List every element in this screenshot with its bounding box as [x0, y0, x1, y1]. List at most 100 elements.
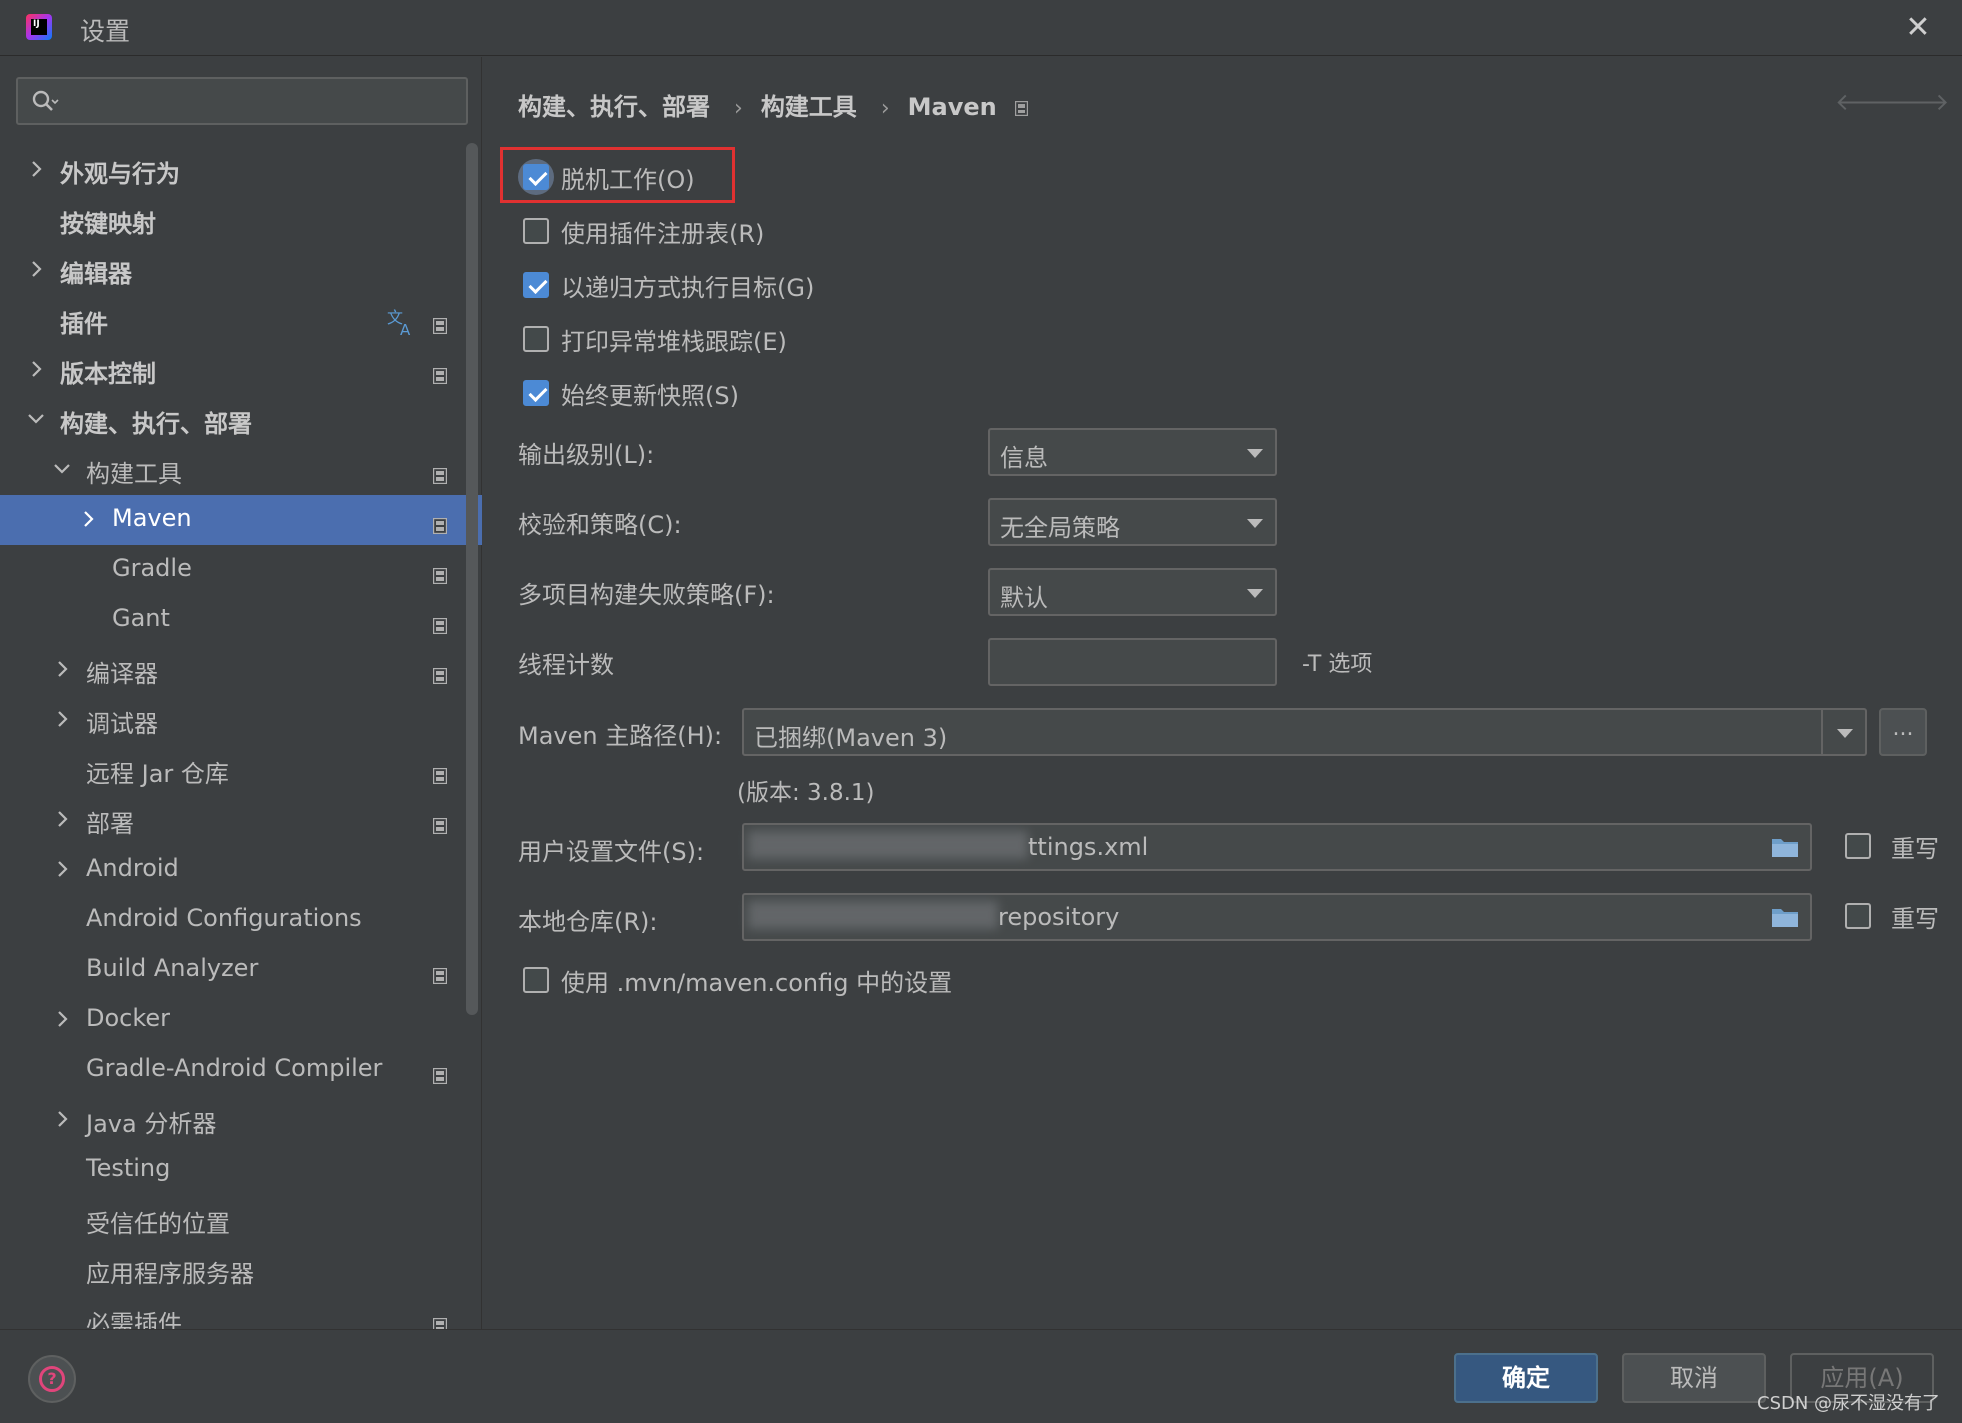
maven-home-select[interactable]: 已捆绑(Maven 3): [742, 708, 1867, 756]
chevron-right-icon[interactable]: [52, 855, 76, 883]
folder-icon[interactable]: [1770, 834, 1800, 860]
project-scope-icon: [432, 512, 448, 535]
breadcrumb-item[interactable]: 构建、执行、部署: [518, 93, 710, 121]
sidebar-item[interactable]: Gradle-Android Compiler: [0, 1045, 482, 1095]
sidebar-item-label: 应用程序服务器: [86, 1260, 254, 1288]
app-logo-icon: IJ: [26, 14, 52, 40]
multiproject-fail-select[interactable]: 默认: [988, 568, 1277, 616]
user-settings-field[interactable]: ttings.xml: [742, 823, 1812, 871]
output-level-select[interactable]: 信息: [988, 428, 1277, 476]
sidebar-item[interactable]: 按键映射: [0, 195, 482, 245]
output-level-value: 信息: [1000, 444, 1048, 472]
breadcrumb: 构建、执行、部署 › 构建工具 › Maven: [518, 87, 1028, 122]
chevron-down-icon: [1247, 449, 1263, 458]
always-update-checkbox[interactable]: [523, 380, 549, 406]
folder-icon[interactable]: [1770, 904, 1800, 930]
chevron-right-icon[interactable]: [78, 505, 102, 533]
local-repo-field[interactable]: repository: [742, 893, 1812, 941]
project-scope-icon: [432, 812, 448, 835]
project-scope-icon: [432, 562, 448, 585]
sidebar-scrollbar[interactable]: [466, 143, 478, 1015]
chevron-right-icon[interactable]: [26, 355, 50, 383]
sidebar-item[interactable]: 编辑器: [0, 245, 482, 295]
sidebar-item-label: Docker: [86, 1004, 171, 1032]
chevron-right-icon[interactable]: [52, 805, 76, 833]
sidebar-item-label: 编辑器: [60, 260, 132, 288]
cancel-button[interactable]: 取消: [1622, 1353, 1766, 1403]
browse-button[interactable]: ...: [1879, 708, 1927, 756]
chevron-right-icon[interactable]: [52, 705, 76, 733]
sidebar-item-label: 部署: [86, 810, 134, 838]
project-scope-icon: [432, 462, 448, 485]
sidebar-item-label: 远程 Jar 仓库: [86, 760, 229, 788]
project-scope-icon: [432, 612, 448, 635]
sidebar-item[interactable]: 调试器: [0, 695, 482, 745]
search-input[interactable]: [68, 85, 458, 119]
sidebar-item[interactable]: Docker: [0, 995, 482, 1045]
sidebar-item[interactable]: 构建工具: [0, 445, 482, 495]
always-update-label: 始终更新快照(S): [561, 382, 739, 410]
recursive-checkbox[interactable]: [523, 272, 549, 298]
checksum-policy-value: 无全局策略: [1000, 514, 1120, 542]
sidebar-item[interactable]: 外观与行为: [0, 145, 482, 195]
help-button[interactable]: ?: [28, 1355, 76, 1403]
sidebar-item-label: Maven: [112, 504, 192, 532]
sidebar-item[interactable]: 构建、执行、部署: [0, 395, 482, 445]
chevron-right-icon[interactable]: [52, 1005, 76, 1033]
sidebar-item-label: Gant: [112, 604, 170, 632]
thread-count-label: 线程计数: [518, 651, 614, 679]
sidebar-item-label: Gradle: [112, 554, 192, 582]
thread-count-suffix: -T 选项: [1302, 652, 1373, 677]
print-stack-checkbox[interactable]: [523, 326, 549, 352]
settings-content: 构建、执行、部署 › 构建工具 › Maven 🡐 🡒 脱机工作(O) 使用插件注册表(…: [483, 57, 1962, 1329]
sidebar-item[interactable]: Android Configurations: [0, 895, 482, 945]
sidebar-item-label: 受信任的位置: [86, 1210, 230, 1238]
sidebar-item[interactable]: Build Analyzer: [0, 945, 482, 995]
chevron-down-icon[interactable]: [52, 455, 76, 483]
use-mvn-config-checkbox[interactable]: [523, 967, 549, 993]
sidebar-item[interactable]: 版本控制: [0, 345, 482, 395]
dialog-footer: ? 确定 取消 应用(A) CSDN @尿不湿没有了: [0, 1329, 1962, 1423]
sidebar-item[interactable]: Android: [0, 845, 482, 895]
sidebar-item[interactable]: 部署: [0, 795, 482, 845]
sidebar-item[interactable]: 插件 文 A: [0, 295, 482, 345]
sidebar-item[interactable]: Java 分析器: [0, 1095, 482, 1145]
sidebar-item[interactable]: 远程 Jar 仓库: [0, 745, 482, 795]
user-settings-label: 用户设置文件(S):: [518, 838, 705, 866]
user-settings-override-label: 重写: [1891, 835, 1939, 863]
chevron-right-icon[interactable]: [26, 155, 50, 183]
sidebar-item[interactable]: 受信任的位置: [0, 1195, 482, 1245]
settings-sidebar: 外观与行为按键映射编辑器插件 文 A 版本控制构建、执行、部署 构建工具 Maven Gra…: [0, 57, 482, 1338]
breadcrumb-item[interactable]: 构建工具: [761, 93, 857, 121]
forward-arrow-icon[interactable]: 🡒: [1885, 87, 1949, 116]
ok-button[interactable]: 确定: [1454, 1353, 1598, 1403]
sidebar-item[interactable]: Testing: [0, 1145, 482, 1195]
local-repo-override-checkbox[interactable]: [1845, 903, 1871, 929]
sidebar-item-label: 插件: [60, 310, 108, 338]
sidebar-item[interactable]: 编译器: [0, 645, 482, 695]
sidebar-item[interactable]: Maven: [0, 495, 482, 545]
offline-checkbox[interactable]: [523, 164, 549, 190]
plugin-registry-checkbox[interactable]: [523, 218, 549, 244]
chevron-right-icon[interactable]: [26, 255, 50, 283]
chevron-down-icon[interactable]: [26, 405, 50, 433]
project-scope-icon: [432, 662, 448, 685]
local-repo-label: 本地仓库(R):: [518, 908, 658, 936]
project-scope-icon: [432, 362, 448, 385]
sidebar-item[interactable]: 应用程序服务器: [0, 1245, 482, 1295]
sidebar-item-label: Build Analyzer: [86, 954, 259, 982]
back-arrow-icon[interactable]: 🡐: [1835, 87, 1899, 116]
sidebar-item[interactable]: Gradle: [0, 545, 482, 595]
sidebar-item-label: Android: [86, 854, 179, 882]
thread-count-input[interactable]: [988, 638, 1277, 686]
close-button[interactable]: ✕: [1896, 6, 1940, 50]
user-settings-override-checkbox[interactable]: [1845, 833, 1871, 859]
checksum-policy-select[interactable]: 无全局策略: [988, 498, 1277, 546]
sidebar-item[interactable]: Gant: [0, 595, 482, 645]
chevron-right-icon[interactable]: [52, 1105, 76, 1133]
sidebar-item-label: 外观与行为: [60, 160, 180, 188]
sidebar-item-label: Android Configurations: [86, 904, 362, 932]
search-box[interactable]: [16, 77, 468, 125]
sidebar-item-label: 版本控制: [60, 360, 156, 388]
chevron-right-icon[interactable]: [52, 655, 76, 683]
